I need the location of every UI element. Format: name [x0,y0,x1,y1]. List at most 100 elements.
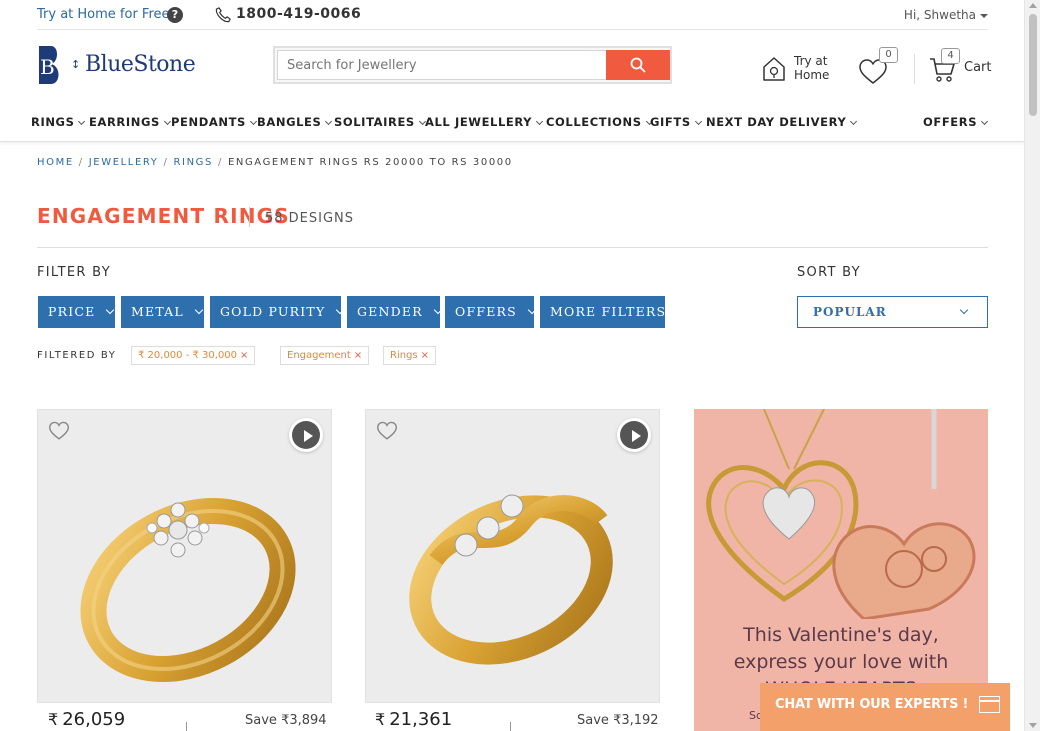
product-image [80,497,296,683]
play-icon [292,421,320,449]
wishlist-count-badge: 0 [879,47,898,63]
chevron-down-icon [163,117,171,126]
chevron-down-icon [850,117,858,126]
chat-label: CHAT WITH OUR EXPERTS ! [775,697,969,712]
breadcrumb: HOME / JEWELLERY / RINGS / ENGAGEMENT RINGS RS… [37,157,513,168]
cart-button[interactable]: 4 Cart [928,48,992,84]
save-value: 3,192 [621,713,659,728]
phone-icon [215,7,231,23]
play-icon [620,421,648,449]
filter-label: OFFERS [455,304,517,319]
filter-metal-button[interactable]: METAL [121,296,204,328]
cart-label: Cart [964,60,992,75]
filter-label: GENDER [357,304,423,319]
nav-label: RINGS [31,115,75,129]
play-video-button[interactable] [289,418,323,452]
nav-item-earrings[interactable]: EARRINGS [89,115,171,129]
price-value: 21,361 [389,709,453,730]
breadcrumb-rings[interactable]: RINGS [173,157,212,168]
search-bar [273,46,672,84]
chip-label: ₹ 20,000 - ₹ 30,000 [138,350,238,361]
title-rule [37,247,988,248]
scroll-thumb[interactable] [1029,14,1037,116]
product-savings: Save ₹3,192 [577,713,659,728]
chevron-down-icon [194,305,204,315]
cart-count-badge: 4 [941,48,960,64]
product-card[interactable] [37,409,332,703]
nav-label: COLLECTIONS [546,115,642,129]
filter-gender-button[interactable]: GENDER [347,296,443,328]
nav-item-gifts[interactable]: GIFTS [650,115,702,129]
breadcrumb-separator: / [78,157,84,168]
filtered-by-label: FILTERED BY [37,350,117,361]
close-icon[interactable]: × [240,350,248,361]
chevron-down-icon [78,117,86,126]
page: Try at Home for Free ? 1800-419-0066 Hi,… [0,0,1024,731]
product-price: ₹21,361 [375,709,452,730]
user-greeting: Hi, Shwetha [903,8,976,22]
more-filters-button[interactable]: MORE FILTERS [540,296,665,328]
sort-value: POPULAR [813,305,887,319]
save-label: Save [577,713,609,728]
search-button[interactable] [606,50,670,80]
user-menu[interactable]: Hi, Shwetha [904,8,988,22]
nav-item-offers[interactable]: OFFERS [923,115,989,129]
sort-by-label: SORT BY [797,265,861,280]
chip-label: Engagement [287,350,351,361]
try-at-home-link[interactable]: Try at Home for Free [37,7,170,22]
chevron-down-icon [981,117,989,126]
close-icon[interactable]: × [354,350,362,361]
filter-label: PRICE [48,304,96,319]
title-divider [249,207,250,227]
main-nav: RINGS EARRINGS PENDANTS BANGLES SOLITAIR… [0,106,1024,142]
filter-gold-purity-button[interactable]: GOLD PURITY [210,296,345,328]
chevron-down-icon [527,305,537,315]
phone-number[interactable]: 1800-419-0066 [236,6,361,22]
page-scrollbar[interactable] [1024,0,1040,731]
filter-chip-engagement[interactable]: Engagement × [280,346,370,365]
chat-with-experts-button[interactable]: CHAT WITH OUR EXPERTS ! [760,683,1010,731]
help-icon[interactable]: ? [167,7,183,23]
rupee-icon: ₹ [375,710,386,729]
nav-item-collections[interactable]: COLLECTIONS [546,115,653,129]
nav-item-bangles[interactable]: BANGLES [257,115,333,129]
breadcrumb-separator: / [163,157,169,168]
play-video-button[interactable] [617,418,651,452]
breadcrumb-separator: / [217,157,223,168]
product-savings: Save ₹3,894 [245,713,327,728]
try-home-line2: Home [794,68,830,82]
breadcrumb-home[interactable]: HOME [37,157,74,168]
filter-label: MORE FILTERS [550,304,667,319]
filter-chip-rings[interactable]: Rings × [383,346,437,365]
chevron-down-icon [433,305,443,315]
brand-logo[interactable]: B ↕ BlueStone [37,44,197,86]
scroll-up-icon[interactable] [1029,3,1037,8]
nav-label: SOLITAIRES [334,115,415,129]
header-try-at-home[interactable]: Try at Home [762,54,832,84]
breadcrumb-jewellery[interactable]: JEWELLERY [89,157,159,168]
rupee-icon: ₹ [48,710,59,729]
filter-label: GOLD PURITY [220,304,326,319]
product-card[interactable] [365,409,660,703]
wishlist-heart-icon[interactable] [48,421,70,441]
scroll-down-icon[interactable] [1029,723,1037,728]
wishlist-button[interactable]: 0 [858,47,898,84]
logo-arrow-icon: ↕ [71,58,81,71]
search-input[interactable] [277,50,607,80]
close-icon[interactable]: × [421,350,429,361]
nav-label: EARRINGS [89,115,160,129]
nav-item-next-day-delivery[interactable]: NEXT DAY DELIVERY [706,115,858,129]
chip-label: Rings [390,350,418,361]
chevron-down-icon [249,117,257,126]
filter-price-button[interactable]: PRICE [38,296,115,328]
nav-item-pendants[interactable]: PENDANTS [171,115,257,129]
wishlist-heart-icon[interactable] [376,421,398,441]
chevron-down-icon [694,117,702,126]
filter-chip-price[interactable]: ₹ 20,000 - ₹ 30,000 × [131,346,256,365]
nav-item-solitaires[interactable]: SOLITAIRES [334,115,426,129]
nav-item-all-jewellery[interactable]: ALL JEWELLERY [425,115,544,129]
nav-label: NEXT DAY DELIVERY [706,115,847,129]
filter-offers-button[interactable]: OFFERS [445,296,537,328]
nav-item-rings[interactable]: RINGS [31,115,86,129]
sort-select[interactable]: POPULAR [797,296,988,328]
